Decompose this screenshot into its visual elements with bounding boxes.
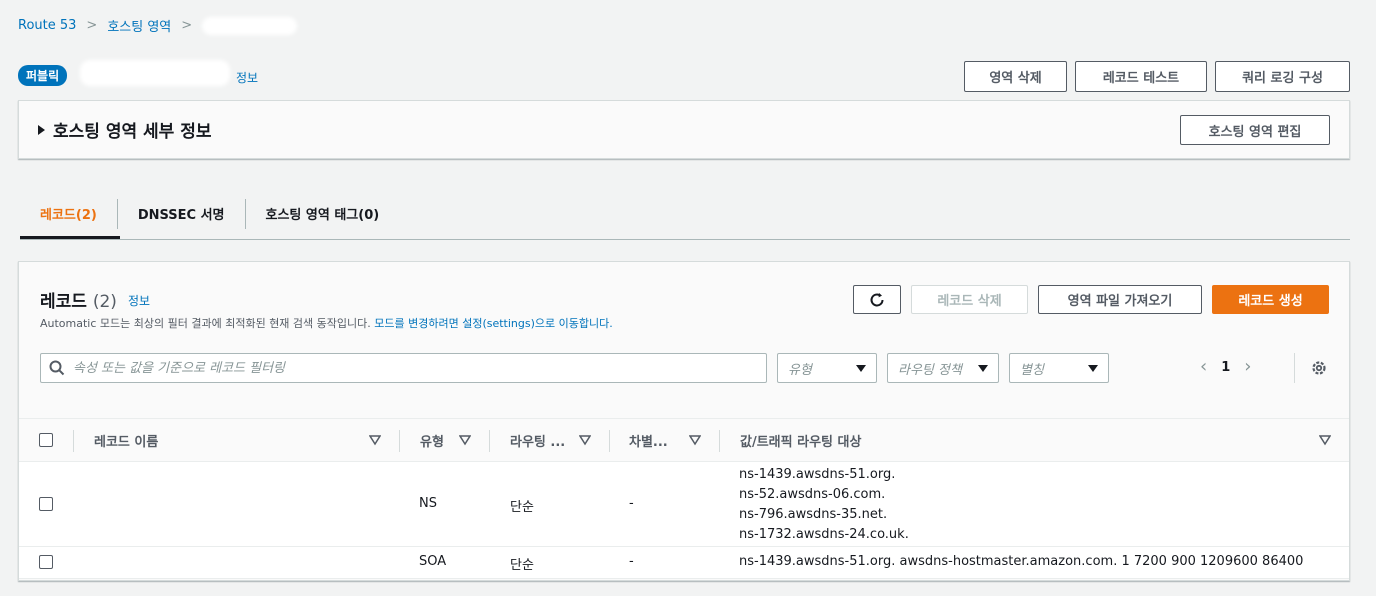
redacted-zone-title — [80, 60, 230, 86]
search-icon — [49, 360, 65, 376]
column-divider — [609, 430, 610, 452]
column-divider — [399, 430, 400, 452]
record-value: ns-796.awsdns-35.net. — [739, 507, 888, 522]
alias-filter-select[interactable]: 별칭 — [1009, 353, 1109, 383]
tab-dnssec[interactable]: DNSSEC 서명 — [118, 199, 245, 229]
delete-record-button[interactable]: 레코드 삭제 — [911, 285, 1028, 314]
zone-info-link[interactable]: 정보 — [236, 69, 258, 86]
records-table-header: 레코드 이름 유형 라우팅 ... 차별... 값/트래픽 라우팅 대상 — [19, 418, 1349, 462]
divider — [1294, 353, 1295, 383]
create-record-button[interactable]: 레코드 생성 — [1212, 285, 1329, 314]
sort-icon[interactable] — [369, 434, 381, 446]
preferences-button[interactable] — [1310, 359, 1328, 381]
column-record-name[interactable]: 레코드 이름 — [94, 431, 158, 450]
caret-down-icon — [856, 364, 866, 372]
configure-query-logging-button[interactable]: 쿼리 로깅 구성 — [1215, 61, 1350, 92]
tab-records[interactable]: 레코드(2) — [20, 199, 117, 229]
table-row[interactable]: NS 단순 - ns-1439.awsdns-51.org. ns-52.aws… — [19, 462, 1349, 547]
test-record-button[interactable]: 레코드 테스트 — [1075, 61, 1207, 92]
hosted-zone-details-toggle[interactable]: 호스팅 영역 세부 정보 — [38, 117, 212, 142]
sort-icon[interactable] — [689, 434, 701, 446]
chevron-right-icon: > — [181, 18, 193, 33]
breadcrumb: Route 53 > 호스팅 영역 > — [18, 16, 298, 35]
records-count: (2) — [92, 292, 117, 312]
record-type: SOA — [419, 554, 447, 569]
record-differentiator: - — [629, 496, 634, 511]
column-differentiator[interactable]: 차별... — [629, 431, 668, 450]
routing-filter-label: 라우팅 정책 — [898, 362, 962, 378]
active-tab-indicator — [20, 236, 120, 239]
row-checkbox[interactable] — [39, 555, 53, 569]
type-filter-select[interactable]: 유형 — [777, 353, 877, 383]
breadcrumb-hosted-zones[interactable]: 호스팅 영역 — [107, 16, 171, 35]
prev-page-icon[interactable]: ‹ — [1200, 358, 1207, 376]
next-page-icon[interactable]: › — [1244, 358, 1251, 376]
column-routing-policy[interactable]: 라우팅 ... — [510, 431, 565, 450]
delete-zone-button[interactable]: 영역 삭제 — [964, 61, 1067, 92]
import-zone-file-button[interactable]: 영역 파일 가져오기 — [1038, 285, 1202, 314]
records-title-text: 레코드 — [40, 292, 87, 312]
public-badge: 퍼블릭 — [18, 65, 68, 86]
redacted-zone-name — [202, 16, 298, 35]
sort-icon[interactable] — [1319, 434, 1331, 446]
hosted-zone-details-panel — [18, 100, 1350, 159]
record-routing: 단순 — [510, 558, 534, 573]
record-value: ns-1732.awsdns-24.co.uk. — [739, 527, 909, 542]
sort-icon[interactable] — [459, 434, 471, 446]
current-page[interactable]: 1 — [1221, 360, 1230, 375]
record-values: ns-1439.awsdns-51.org. ns-52.awsdns-06.c… — [739, 465, 909, 545]
redacted-record-name — [91, 552, 173, 572]
tab-tags[interactable]: 호스팅 영역 태그(0) — [246, 199, 400, 229]
record-routing: 단순 — [510, 500, 534, 515]
record-value: ns-52.awsdns-06.com. — [739, 487, 886, 502]
table-row[interactable]: SOA 단순 - ns-1439.awsdns-51.org. awsdns-h… — [19, 547, 1349, 579]
edit-hosted-zone-button[interactable]: 호스팅 영역 편집 — [1180, 115, 1330, 145]
caret-right-icon — [38, 124, 45, 135]
column-divider — [719, 430, 720, 452]
settings-link[interactable]: 모드를 변경하려면 설정(settings)으로 이동합니다. — [374, 317, 612, 330]
search-input[interactable] — [73, 360, 753, 376]
breadcrumb-route53[interactable]: Route 53 — [18, 18, 76, 33]
details-title: 호스팅 영역 세부 정보 — [53, 122, 212, 142]
refresh-button[interactable] — [853, 285, 901, 314]
caret-down-icon — [978, 364, 988, 372]
sort-icon[interactable] — [579, 434, 591, 446]
refresh-icon — [870, 292, 884, 306]
record-value: ns-1439.awsdns-51.org. — [739, 467, 896, 482]
pagination: ‹ 1 › — [1200, 358, 1251, 376]
select-all-checkbox[interactable] — [39, 433, 53, 447]
record-filter-search[interactable] — [40, 353, 767, 383]
tabs: 레코드(2) DNSSEC 서명 호스팅 영역 태그(0) — [20, 188, 1350, 240]
chevron-right-icon: > — [86, 18, 98, 33]
caret-down-icon — [1088, 364, 1098, 372]
column-type[interactable]: 유형 — [420, 431, 444, 450]
gear-icon — [1312, 361, 1326, 375]
column-value[interactable]: 값/트래픽 라우팅 대상 — [740, 431, 861, 450]
column-divider — [73, 430, 74, 452]
records-description: Automatic 모드는 최상의 필터 결과에 최적화된 현재 검색 동작입니… — [40, 315, 613, 331]
routing-policy-filter-select[interactable]: 라우팅 정책 — [887, 353, 999, 383]
records-description-text: Automatic 모드는 최상의 필터 결과에 최적화된 현재 검색 동작입니… — [40, 317, 371, 330]
record-value: ns-1439.awsdns-51.org. awsdns-hostmaster… — [739, 554, 1304, 569]
record-differentiator: - — [629, 554, 634, 569]
alias-filter-label: 별칭 — [1020, 362, 1044, 378]
type-filter-label: 유형 — [788, 362, 812, 378]
column-divider — [489, 430, 490, 452]
records-title: 레코드 (2) — [40, 287, 117, 312]
row-checkbox[interactable] — [39, 497, 53, 511]
records-info-link[interactable]: 정보 — [128, 292, 150, 309]
record-type: NS — [419, 496, 437, 511]
